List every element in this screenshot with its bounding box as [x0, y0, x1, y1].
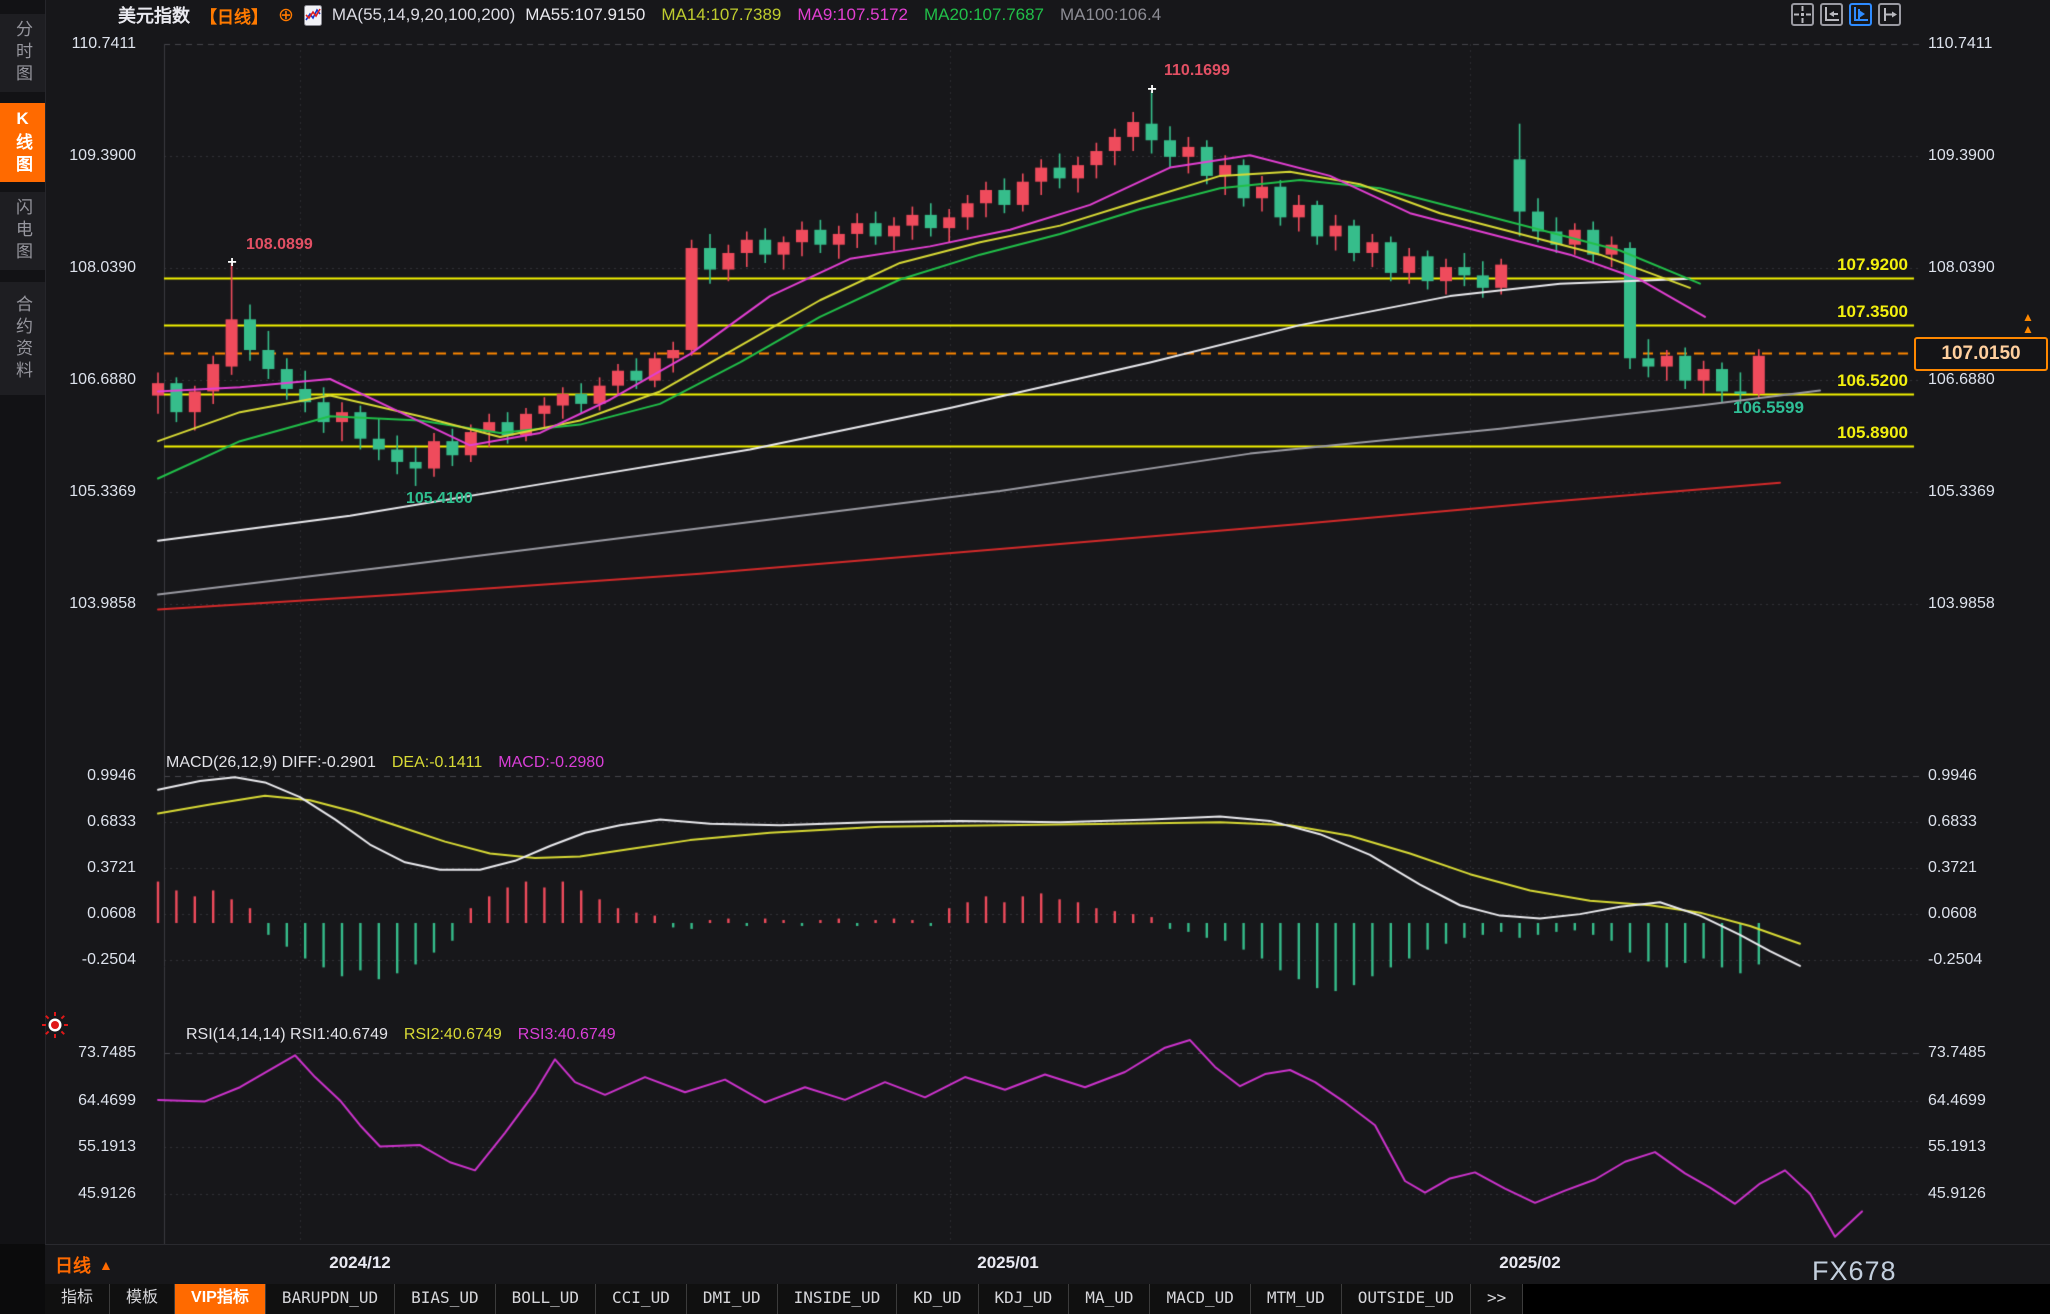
price-line-label: 107.9200 [1837, 255, 1908, 275]
price-line-label: 107.3500 [1837, 302, 1908, 322]
sidebar: 分时图 K线图闪电图合约资料 [0, 0, 46, 1244]
timeframe-selector[interactable]: 日线 ▲ [55, 1252, 113, 1278]
axis-shift-right-icon[interactable] [1878, 3, 1901, 26]
current-price-tag: 107.0150 [1914, 337, 2048, 371]
axis-label-main-right: 110.7411 [1928, 35, 1992, 53]
axis-label-rsi-right: 55.1913 [1928, 1138, 1986, 1156]
date-label: 2024/12 [329, 1253, 390, 1273]
sidebar-item-label: K线图 [10, 109, 35, 177]
sidebar-item-2[interactable]: 闪电图 [0, 192, 45, 270]
sidebar-item-label: 分时图 [10, 20, 35, 86]
sidebar-item-0[interactable]: 分时图 [0, 14, 45, 92]
tab-CCIUD[interactable]: CCI_UD [596, 1284, 687, 1314]
annotation-label: 105.4100 [406, 490, 473, 508]
crosshair-icon[interactable] [1791, 3, 1814, 26]
price-line-label: 106.5200 [1837, 371, 1908, 391]
annotation-marker: + [1147, 81, 1156, 99]
record-target-icon[interactable] [40, 1010, 70, 1045]
chart-header: 美元指数 【日线】 ⊕ MA(55,14,9,20,100,200) MA55:… [118, 3, 1161, 27]
axis-scale-play-icon[interactable] [1849, 3, 1872, 26]
axis-label-macd-right: 0.9946 [1928, 767, 1977, 785]
price-line-label: 105.8900 [1837, 423, 1908, 443]
indicator-header-part: MACD(26,12,9) DIFF:-0.2901 [166, 754, 376, 772]
annotation-label: 108.0899 [246, 236, 313, 254]
sidebar-item-3[interactable]: 合约资料 [0, 282, 45, 395]
axis-label-main-right: 105.3369 [1928, 483, 1995, 501]
trading-app: 分时图 K线图闪电图合约资料 美元指数 【日线】 ⊕ MA(55,14,9,20,… [0, 0, 2050, 1314]
axis-label-macd-right: -0.2504 [1928, 951, 1982, 969]
axis-scale-left-icon[interactable] [1820, 3, 1843, 26]
macd-header: MACD(26,12,9) DIFF:-0.2901 DEA:-0.1411 MAC… [166, 754, 604, 772]
price-up-arrow-icon: ▲ [2022, 324, 2034, 334]
page-title: 美元指数 [118, 2, 190, 28]
date-axis: 2024/12 2025/01 2025/02 [45, 1244, 2050, 1285]
bottom-left-corner [0, 1244, 45, 1314]
ma-values: MA55:107.9150 MA14:107.7389 MA9:107.5172 MA… [525, 5, 1161, 25]
current-price-value: 107.0150 [1941, 343, 2020, 365]
annotation-marker: + [227, 254, 236, 272]
axis-label-main-right: 109.3900 [1928, 147, 1995, 165]
chart-toolbar [1791, 3, 1901, 26]
tab-INSIDEUD[interactable]: INSIDE_UD [778, 1284, 898, 1314]
tab-KDUD[interactable]: KD_UD [897, 1284, 978, 1314]
axis-label-macd-right: 0.6833 [1928, 813, 1977, 831]
ma-value-2: MA9:107.5172 [797, 5, 908, 25]
mini-chart-icon[interactable] [304, 5, 322, 26]
tab-BOLLUD[interactable]: BOLL_UD [496, 1284, 596, 1314]
axis-label-main-right: 108.0390 [1928, 259, 1995, 277]
indicator-header-part: RSI(14,14,14) RSI1:40.6749 [186, 1026, 388, 1044]
axis-label-rsi-right: 64.4699 [1928, 1092, 1986, 1110]
axis-label-main-right: 106.6880 [1928, 371, 1995, 389]
ma-value-3: MA20:107.7687 [924, 5, 1044, 25]
tab-MTMUD[interactable]: MTM_UD [1251, 1284, 1342, 1314]
indicator-header-part: RSI3:40.6749 [518, 1026, 616, 1044]
price-up-arrow-icon: ▲ [2022, 312, 2034, 322]
tab-more[interactable]: 模板 [110, 1284, 175, 1314]
tab-MACDUD[interactable]: MACD_UD [1150, 1284, 1250, 1314]
triangle-up-icon: ▲ [99, 1257, 113, 1273]
tab-BIASUD[interactable]: BIAS_UD [395, 1284, 495, 1314]
ma100-value-tag: 106.5599 [1733, 398, 1804, 418]
ma-value-4: MA100:106.4 [1060, 5, 1161, 25]
annotation-label: 110.1699 [1164, 62, 1230, 80]
sidebar-item-label: 合约资料 [10, 295, 35, 383]
sidebar-item-1[interactable]: K线图 [0, 103, 45, 182]
tab-more[interactable]: >> [1471, 1284, 1523, 1314]
tab-DMIUD[interactable]: DMI_UD [687, 1284, 778, 1314]
timeframe-label: 日线 [55, 1252, 91, 1278]
tab-more[interactable]: 指标 [45, 1284, 110, 1314]
ma-value-1: MA14:107.7389 [661, 5, 781, 25]
sidebar-item-label: 闪电图 [10, 198, 35, 264]
tab-VIP[interactable]: VIP指标 [175, 1284, 266, 1314]
tab-KDJUD[interactable]: KDJ_UD [979, 1284, 1070, 1314]
indicator-header-part: DEA:-0.1411 [392, 754, 482, 772]
ma-params-label: MA(55,14,9,20,100,200) [332, 5, 515, 25]
axis-label-rsi-right: 45.9126 [1928, 1185, 1986, 1203]
ma-value-0: MA55:107.9150 [525, 5, 645, 25]
chart-canvas[interactable] [0, 0, 2050, 1314]
date-label: 2025/01 [977, 1253, 1038, 1273]
indicator-header-part: RSI2:40.6749 [404, 1026, 502, 1044]
circle-plus-icon[interactable]: ⊕ [278, 6, 294, 25]
tab-BARUPDNUD[interactable]: BARUPDN_UD [266, 1284, 395, 1314]
indicator-tabbar: 指标模板VIP指标BARUPDN_UDBIAS_UDBOLL_UDCCI_UDD… [45, 1284, 2050, 1314]
indicator-header-part: MACD:-0.2980 [498, 754, 604, 772]
rsi-header: RSI(14,14,14) RSI1:40.6749 RSI2:40.6749 RS… [186, 1026, 616, 1044]
axis-label-main-right: 103.9858 [1928, 595, 1995, 613]
date-label: 2025/02 [1499, 1253, 1560, 1273]
axis-label-macd-right: 0.3721 [1928, 859, 1977, 877]
timeframe-badge[interactable]: 【日线】 [200, 3, 268, 28]
axis-label-macd-right: 0.0608 [1928, 905, 1977, 923]
axis-label-rsi-right: 73.7485 [1928, 1044, 1986, 1062]
tab-OUTSIDEUD[interactable]: OUTSIDE_UD [1342, 1284, 1471, 1314]
tab-MAUD[interactable]: MA_UD [1069, 1284, 1150, 1314]
